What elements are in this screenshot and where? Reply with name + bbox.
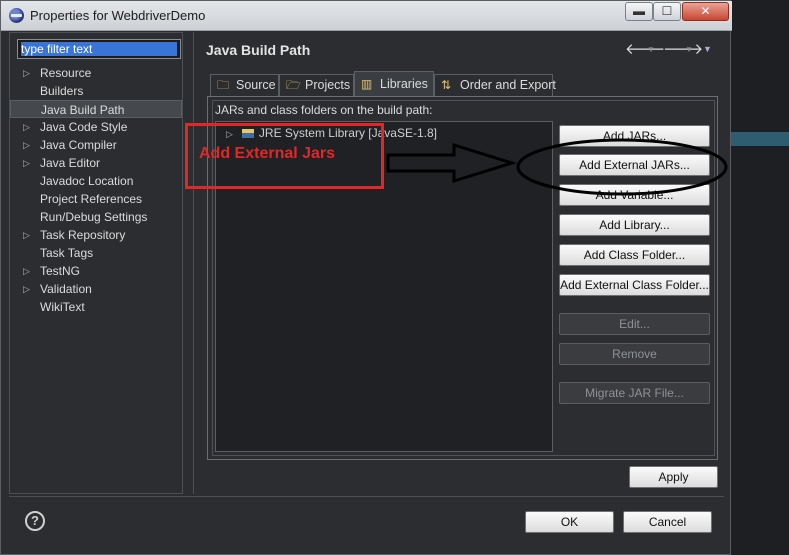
forward-arrow-icon[interactable]: 🡒 xyxy=(663,39,703,58)
sidebar-item-label: Javadoc Location xyxy=(40,174,134,188)
sidebar-item-task-tags[interactable]: Task Tags xyxy=(10,244,182,262)
tab-label: Projects xyxy=(305,78,351,92)
sidebar-item-label: Java Code Style xyxy=(40,120,128,134)
tab-order-and-export[interactable]: ⇅ Order and Export xyxy=(434,74,556,96)
expand-arrow-icon[interactable]: ▷ xyxy=(23,136,30,154)
expand-arrow-icon[interactable]: ▷ xyxy=(23,118,30,136)
sidebar-item-label: Run/Debug Settings xyxy=(40,210,148,224)
properties-dialog: Properties for WebdriverDemo ▬ ☐ ✕ ▷ Reso… xyxy=(0,0,732,555)
sidebar-item-builders[interactable]: Builders xyxy=(10,82,182,100)
sidebar-item-label: Resource xyxy=(40,66,92,80)
preference-tree: ▷ Resource Builders Java Build Path ▷ Java… xyxy=(10,64,182,316)
expand-arrow-icon[interactable]: ▷ xyxy=(23,280,30,298)
sidebar-splitter[interactable] xyxy=(193,32,194,494)
sidebar-item-resource[interactable]: ▷ Resource xyxy=(10,64,182,82)
sidebar-item-project-references[interactable]: Project References xyxy=(10,190,182,208)
expand-arrow-icon[interactable]: ▷ xyxy=(23,262,30,280)
sidebar-item-label: WikiText xyxy=(40,300,85,314)
expand-arrow-icon[interactable]: ▷ xyxy=(23,64,30,82)
title-bar: Properties for WebdriverDemo ▬ ☐ ✕ xyxy=(1,1,732,31)
annotation-arrow-shape xyxy=(386,142,518,184)
filter-input[interactable] xyxy=(17,39,181,59)
tab-label: Libraries xyxy=(380,77,428,91)
libraries-icon: ▥ xyxy=(361,77,373,91)
close-button[interactable]: ✕ xyxy=(682,2,729,21)
page-title: Java Build Path xyxy=(206,42,311,58)
annotation-label: Add External Jars xyxy=(199,145,336,162)
add-library-button[interactable]: Add Library... xyxy=(559,214,710,236)
tab-label: Order and Export xyxy=(460,78,556,92)
sidebar-item-label: Task Tags xyxy=(40,246,94,260)
background-window xyxy=(731,0,789,555)
background-highlight-line xyxy=(731,132,789,146)
sidebar-item-label: Validation xyxy=(40,282,92,296)
apply-button[interactable]: Apply xyxy=(629,466,718,488)
forward-dropdown-icon[interactable]: ▼ xyxy=(685,45,693,54)
annotation-ellipse xyxy=(516,138,728,196)
back-dropdown-icon[interactable]: ▼ xyxy=(647,45,655,54)
add-class-folder-button[interactable]: Add Class Folder... xyxy=(559,244,710,266)
sidebar-item-label: Project References xyxy=(40,192,143,206)
tab-projects[interactable]: 🗁 Projects xyxy=(279,74,354,96)
tab-source[interactable]: 🗀 Source xyxy=(210,74,279,96)
sidebar-item-run-debug-settings[interactable]: Run/Debug Settings xyxy=(10,208,182,226)
cancel-button[interactable]: Cancel xyxy=(623,511,712,533)
edit-button[interactable]: Edit... xyxy=(559,313,710,335)
expand-arrow-icon[interactable]: ▷ xyxy=(23,226,30,244)
sidebar-item-testng[interactable]: ▷ TestNG xyxy=(10,262,182,280)
footer-divider xyxy=(9,496,724,497)
back-arrow-icon[interactable]: 🡐 xyxy=(625,39,665,58)
view-menu-icon[interactable]: ▼ xyxy=(703,44,712,54)
order-export-icon: ⇅ xyxy=(441,78,452,92)
sidebar-item-java-compiler[interactable]: ▷ Java Compiler xyxy=(10,136,182,154)
source-folder-icon: 🗀 xyxy=(217,78,230,92)
projects-folder-icon: 🗁 xyxy=(286,78,301,92)
tab-label: Source xyxy=(236,78,276,92)
remove-button[interactable]: Remove xyxy=(559,343,710,365)
sidebar-item-validation[interactable]: ▷ Validation xyxy=(10,280,182,298)
ok-button[interactable]: OK xyxy=(525,511,614,533)
sidebar-item-java-build-path[interactable]: Java Build Path xyxy=(10,100,182,118)
sidebar-item-java-code-style[interactable]: ▷ Java Code Style xyxy=(10,118,182,136)
build-path-label: JARs and class folders on the build path… xyxy=(215,103,433,117)
sidebar-item-wikitext[interactable]: WikiText xyxy=(10,298,182,316)
maximize-button[interactable]: ☐ xyxy=(653,2,681,21)
migrate-jar-button[interactable]: Migrate JAR File... xyxy=(559,382,710,404)
sidebar-item-label: Builders xyxy=(40,84,84,98)
add-external-class-folder-button[interactable]: Add External Class Folder... xyxy=(559,274,710,296)
sidebar-item-label: Java Compiler xyxy=(40,138,117,152)
sidebar-item-javadoc-location[interactable]: Javadoc Location xyxy=(10,172,182,190)
annotation-arrow xyxy=(386,138,728,196)
minimize-button[interactable]: ▬ xyxy=(625,2,653,21)
window-title: Properties for WebdriverDemo xyxy=(30,8,206,23)
sidebar-item-label: Java Build Path xyxy=(41,103,125,117)
tab-libraries[interactable]: ▥ Libraries xyxy=(354,71,434,96)
sidebar-item-java-editor[interactable]: ▷ Java Editor xyxy=(10,154,182,172)
eclipse-icon xyxy=(9,8,24,23)
help-icon[interactable]: ? xyxy=(25,511,45,531)
sidebar-item-label: TestNG xyxy=(40,264,81,278)
sidebar-item-label: Task Repository xyxy=(40,228,126,242)
sidebar-item-label: Java Editor xyxy=(40,156,101,170)
preference-sidebar: ▷ Resource Builders Java Build Path ▷ Java… xyxy=(9,32,183,494)
expand-arrow-icon[interactable]: ▷ xyxy=(23,154,30,172)
sidebar-item-task-repository[interactable]: ▷ Task Repository xyxy=(10,226,182,244)
